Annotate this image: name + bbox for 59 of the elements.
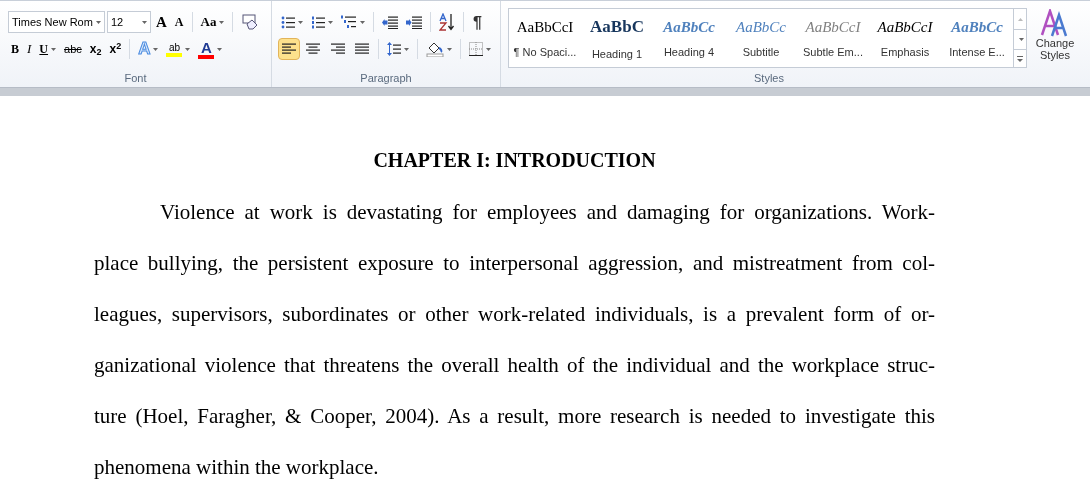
font-name-field[interactable]: Times New Rom [8,11,105,33]
style-item[interactable]: AaBbCc Intense E... [941,9,1013,67]
numbered-list-icon [311,15,325,29]
dropdown-caret-icon [217,47,223,51]
dropdown-caret-icon [142,20,147,24]
style-item[interactable]: AaBbCc Subtitle [725,9,797,67]
eraser-icon [241,14,260,30]
increase-indent-icon [406,15,422,29]
alignment-button[interactable] [278,38,301,60]
decrease-indent-icon [382,15,398,29]
dropdown-caret-icon [51,47,57,51]
align-left-icon [282,43,297,55]
font-size-field[interactable]: 12 [107,11,151,33]
dropdown-caret-icon [219,20,225,24]
more-icon [1017,55,1023,62]
script-button[interactable]: x$_{2}$ [86,38,105,60]
justify-icon [355,43,369,55]
dropdown-caret-icon [96,20,101,24]
font-color-button[interactable]: A [195,38,226,60]
style-item[interactable]: AaBbCcI Subtle Em... [797,9,869,67]
style-item[interactable]: AaBbCcI Emphasis [869,9,941,67]
align-right-icon [330,43,345,55]
change-case-button[interactable]: Aa [197,11,228,33]
dropdown-caret-icon [185,47,191,51]
group-label: Styles [754,73,784,84]
dropdown-caret-icon [153,47,159,51]
dropdown-caret-icon [328,20,333,24]
grow-font-button[interactable]: A [153,11,170,33]
dropdown-caret-icon [404,47,410,51]
italic-button[interactable]: I [24,38,35,60]
highlight-button[interactable]: ab [163,38,194,60]
dropdown-caret-icon [360,20,365,24]
bullet-list-icon [281,15,295,29]
style-item[interactable]: AaBbC Heading 1 [581,9,653,67]
style-item[interactable]: AaBbCc Heading 4 [653,9,725,67]
script-button[interactable]: x$^{2}$ [106,38,125,60]
shrink-font-button[interactable]: A [171,11,187,33]
show-formatting-button[interactable]: ¶ [469,11,486,33]
group-label: Font [124,73,147,84]
align-center-icon [306,43,321,55]
bold-button[interactable]: B [8,38,22,60]
borders-icon [469,42,484,56]
strikethrough-button[interactable]: abc [61,38,85,60]
body-paragraph: Violence at work is devastating for employees and damaging for organizations. Work- place bullying, the persistent exposure to interpersonal aggression, and mistreatment from col- leagues, supervisors, subordinates or other work-related individuals, is a prevalent form of or- ganizational violence that threatens the overall health of the individual and the workplace struc- ture (Hoel, Faragher, & Cooper, 2004). As a result, more research is needed to investigate this phenomena within the workplace. [94,199,935,481]
change-styles-icon [1040,9,1070,37]
dropdown-caret-icon [486,47,492,51]
line-spacing-icon [387,42,402,56]
dropdown-caret-icon [447,47,453,51]
dropdown-caret-icon [1019,38,1024,41]
group-label: Paragraph [360,73,412,84]
sort-icon [439,13,455,31]
multilevel-list-icon [341,15,357,29]
change-styles-button[interactable]: Change Styles [1031,8,1079,61]
paint-bucket-icon [426,41,445,57]
style-item[interactable]: AaBbCcI ¶ No Spaci... [509,9,581,67]
up-caret-icon [1017,17,1023,21]
dropdown-caret-icon [298,20,303,24]
underline-button[interactable]: U [36,38,60,60]
chapter-heading: CHAPTER I: INTRODUCTION [372,148,657,172]
